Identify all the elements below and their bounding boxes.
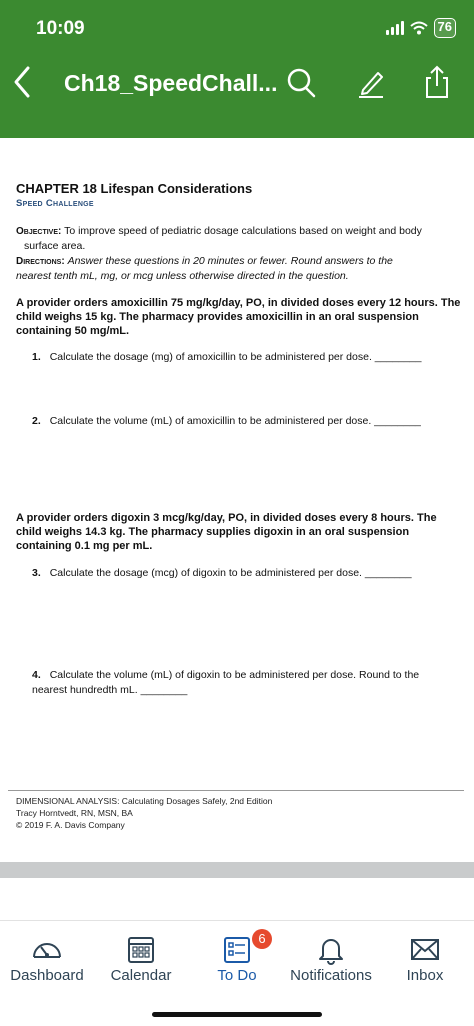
tab-notifications[interactable]: Notifications [284, 921, 378, 1001]
objective-text-2: surface area. [24, 240, 86, 252]
question-text: Calculate the dosage (mcg) of digoxin to… [49, 567, 412, 579]
tab-label: Dashboard [10, 967, 84, 984]
tab-dashboard[interactable]: Dashboard [0, 921, 94, 1001]
annotate-pencil-icon[interactable] [354, 64, 388, 100]
question-3: 3. Calculate the dosage (mcg) of digoxin… [32, 566, 462, 581]
tab-label: Notifications [290, 967, 372, 984]
search-icon[interactable] [284, 64, 318, 100]
footer-line-1: DIMENSIONAL ANALYSIS: Calculating Dosage… [16, 796, 273, 806]
page-separator [0, 862, 474, 878]
todo-badge: 6 [252, 929, 272, 949]
battery-icon: 76 [433, 18, 456, 38]
nav-bar: Ch18_SpeedChall... [0, 62, 474, 102]
signal-icon [385, 21, 404, 35]
question-2: 2. Calculate the volume (mL) of amoxicil… [32, 414, 462, 429]
question-number: 4. [32, 669, 41, 681]
document-footer: DIMENSIONAL ANALYSIS: Calculating Dosage… [16, 795, 272, 831]
document-page[interactable]: CHAPTER 18 Lifespan Considerations Speed… [0, 138, 474, 858]
app-header: 10:09 76 Ch18_SpeedChall... [0, 0, 474, 138]
status-indicators: 76 [385, 18, 456, 38]
footer-line-3: © 2019 F. A. Davis Company [16, 820, 125, 830]
tab-inbox[interactable]: Inbox [378, 921, 472, 1001]
directions-label: Directions: [16, 256, 65, 267]
question-text: Calculate the volume (mL) of amoxicillin… [49, 415, 421, 427]
problem-2: A provider orders digoxin 3 mcg/kg/day, … [16, 512, 437, 552]
question-text: Calculate the volume (mL) of digoxin to … [32, 669, 420, 696]
bell-icon [319, 939, 343, 965]
directions-paragraph: Directions: Answer these questions in 20… [16, 254, 462, 284]
question-4: 4. Calculate the volume (mL) of digoxin … [32, 668, 452, 698]
tab-label: Calendar [110, 967, 172, 984]
question-number: 3. [32, 567, 41, 579]
status-time: 10:09 [36, 18, 85, 39]
objective-label: Objective: [16, 226, 62, 237]
tab-label: Inbox [406, 967, 444, 984]
directions-text-2: nearest tenth mL, mg, or mcg unless othe… [16, 270, 349, 282]
chapter-title: CHAPTER 18 Lifespan Considerations [16, 181, 253, 196]
inbox-icon [411, 939, 439, 960]
wifi-icon [409, 21, 428, 35]
question-1: 1. Calculate the dosage (mg) of amoxicil… [32, 350, 462, 365]
footer-divider [8, 790, 464, 791]
tab-bar: Dashboard Calendar To Do 6 Notifications… [0, 920, 474, 1026]
todo-icon [224, 937, 250, 963]
back-icon[interactable] [8, 62, 38, 102]
home-indicator [152, 1012, 322, 1017]
objective-text: To improve speed of pediatric dosage cal… [64, 225, 422, 237]
question-text: Calculate the dosage (mg) of amoxicillin… [49, 351, 422, 363]
chapter-subtitle: Speed Challenge [16, 198, 94, 209]
question-number: 1. [32, 351, 41, 363]
tab-calendar[interactable]: Calendar [94, 921, 188, 1001]
share-icon[interactable] [420, 64, 454, 100]
calendar-icon [128, 937, 154, 963]
objective-paragraph: Objective: To improve speed of pediatric… [16, 224, 462, 254]
tab-label: To Do [217, 967, 257, 984]
dashboard-icon [33, 943, 61, 958]
footer-line-2: Tracy Horntvedt, RN, MSN, BA [16, 808, 133, 818]
page-title: Ch18_SpeedChall... [64, 70, 278, 96]
question-number: 2. [32, 415, 41, 427]
directions-text: Answer these questions in 20 minutes or … [67, 255, 393, 267]
problem-1: A provider orders amoxicillin 75 mg/kg/d… [16, 297, 461, 337]
